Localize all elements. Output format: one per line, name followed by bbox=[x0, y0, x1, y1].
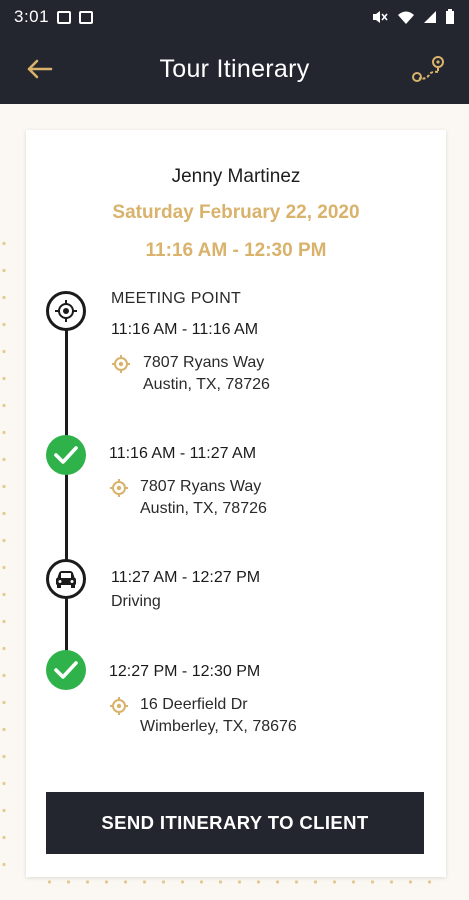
page-title: Tour Itinerary bbox=[159, 54, 310, 83]
app-notification-icon bbox=[79, 10, 94, 24]
stop-address: 7807 Ryans Way Austin, TX, 78726 bbox=[143, 352, 270, 396]
gallery-notification-icon bbox=[57, 10, 72, 24]
tour-time-range: 11:16 AM - 12:30 PM bbox=[145, 240, 327, 261]
battery-icon bbox=[446, 9, 454, 24]
signal-icon bbox=[424, 11, 436, 23]
itinerary-card: Jenny Martinez Saturday February 22, 202… bbox=[26, 130, 446, 877]
decorative-dots-left bbox=[2, 230, 6, 870]
checkmark-icon bbox=[54, 446, 78, 464]
timeline-node-meeting-point bbox=[46, 291, 86, 331]
stop-time: 11:16 AM - 11:27 AM bbox=[109, 445, 257, 462]
wifi-icon bbox=[398, 11, 414, 24]
timeline-node-completed bbox=[46, 650, 86, 690]
app-bar: Tour Itinerary bbox=[0, 34, 469, 104]
address-line-2: Austin, TX, 78726 bbox=[140, 500, 267, 517]
status-bar: 3:01 bbox=[0, 0, 469, 34]
location-pin-icon bbox=[112, 355, 130, 373]
route-map-icon bbox=[412, 56, 444, 82]
address-line-2: Austin, TX, 78726 bbox=[143, 376, 270, 393]
target-icon bbox=[55, 300, 77, 322]
address-line-1: 7807 Ryans Way bbox=[140, 478, 262, 495]
address-line-1: 7807 Ryans Way bbox=[143, 354, 265, 371]
status-icons bbox=[371, 9, 455, 25]
mute-icon bbox=[373, 11, 388, 23]
arrow-left-icon bbox=[27, 59, 53, 79]
stop-time: 11:16 AM - 11:16 AM bbox=[111, 321, 259, 338]
location-pin-icon bbox=[110, 697, 128, 715]
decorative-dots-bottom bbox=[40, 880, 440, 884]
location-pin-icon bbox=[110, 479, 128, 497]
checkmark-icon bbox=[54, 661, 78, 679]
car-icon bbox=[56, 571, 76, 588]
send-itinerary-button[interactable]: SEND ITINERARY TO CLIENT bbox=[46, 792, 424, 854]
timeline-node-driving bbox=[46, 559, 86, 599]
stop-time: 12:27 PM - 12:30 PM bbox=[109, 663, 261, 680]
address-line-1: 16 Deerfield Dr bbox=[140, 696, 248, 713]
stop-time: 11:27 AM - 12:27 PM bbox=[111, 569, 261, 586]
timeline-line bbox=[65, 310, 68, 670]
stop-address: 16 Deerfield Dr Wimberley, TX, 78676 bbox=[140, 694, 297, 738]
address-line-2: Wimberley, TX, 78676 bbox=[140, 718, 297, 735]
route-map-button[interactable] bbox=[409, 52, 449, 86]
client-name: Jenny Martinez bbox=[171, 166, 301, 187]
status-time: 3:01 bbox=[14, 7, 50, 26]
tour-date: Saturday February 22, 2020 bbox=[112, 202, 360, 223]
timeline-node-completed bbox=[46, 435, 86, 475]
back-button[interactable] bbox=[22, 52, 56, 86]
stop-label-meeting-point: MEETING POINT bbox=[111, 290, 242, 307]
stop-status: Driving bbox=[111, 593, 161, 610]
stop-address: 7807 Ryans Way Austin, TX, 78726 bbox=[140, 476, 267, 520]
